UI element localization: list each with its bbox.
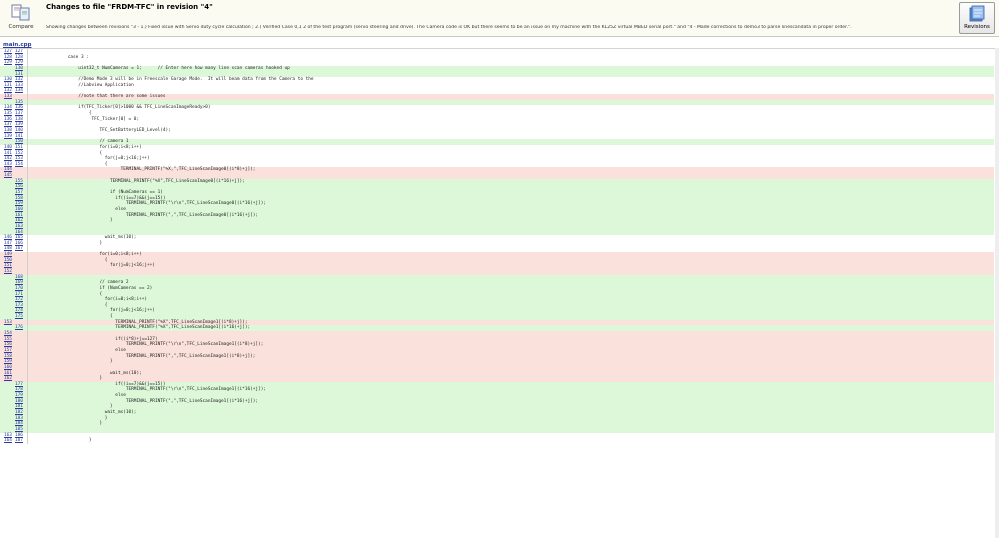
revisions-icon	[969, 5, 985, 22]
change-description: Showing changes between revisions "3 - 1…	[46, 25, 852, 30]
page-title: Changes to file "FRDM-TFC" in revision "…	[46, 3, 213, 11]
scrollbar[interactable]	[995, 48, 999, 538]
revisions-button[interactable]: Revisions	[959, 2, 995, 34]
compare-button[interactable]: Compare	[2, 2, 40, 34]
compare-icon	[11, 4, 30, 21]
old-line-number[interactable]: 164	[4, 438, 14, 444]
new-line-number[interactable]: 187	[15, 438, 25, 444]
revisions-label: Revisions	[964, 24, 990, 30]
compare-label: Compare	[8, 24, 34, 30]
code-line: }	[36, 438, 92, 444]
header-bar: Compare Changes to file "FRDM-TFC" in re…	[0, 0, 999, 37]
diff-view: 127 127 128 128 case 3 :129 129 130 uint32_t …	[0, 48, 999, 539]
diff-row: 164 187 }	[0, 438, 994, 444]
gutter-divider	[27, 438, 28, 444]
